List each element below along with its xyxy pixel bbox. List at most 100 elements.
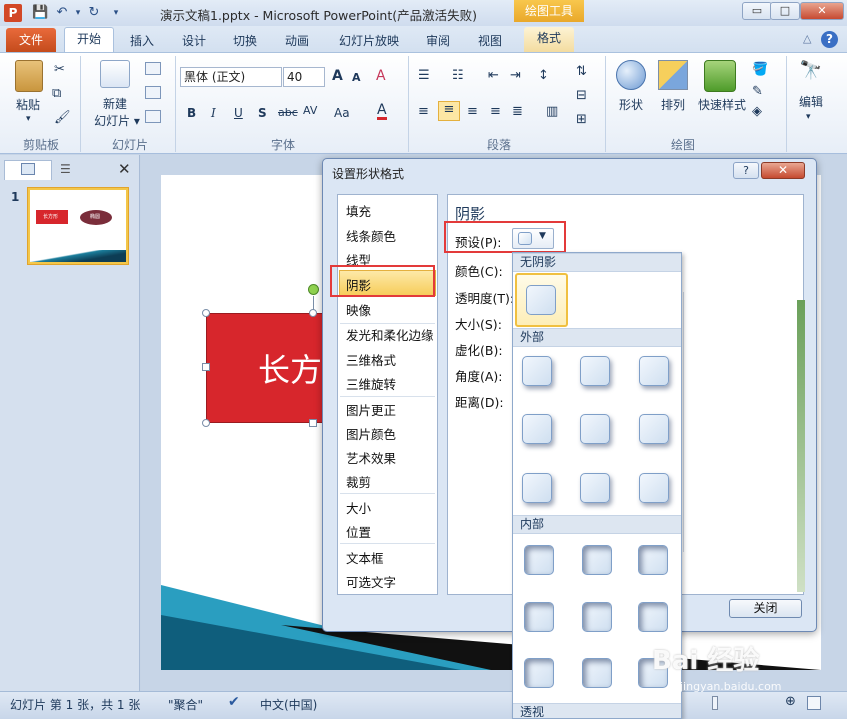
layout-icon[interactable] <box>145 62 161 75</box>
outer-shadow-swatch[interactable] <box>522 473 552 503</box>
arrange-icon[interactable] <box>658 60 688 90</box>
new-slide-dropdown[interactable]: 幻灯片 ▾ <box>88 112 146 129</box>
shrink-font-button[interactable]: A <box>352 71 361 84</box>
shape-fill-icon[interactable]: 🪣 <box>752 62 768 77</box>
columns-icon[interactable]: ▥ <box>546 104 558 119</box>
tab-file[interactable]: 文件 <box>6 28 56 52</box>
maximize-button[interactable]: □ <box>770 2 800 20</box>
change-case-button[interactable]: Aa <box>334 106 350 120</box>
distribute-icon[interactable]: ≣ <box>512 104 523 119</box>
outer-shadow-swatch[interactable] <box>639 473 669 503</box>
help-icon[interactable]: ? <box>821 31 838 48</box>
zoom-in-icon[interactable]: ⊕ <box>785 694 796 709</box>
inner-shadow-swatch[interactable] <box>524 658 554 688</box>
char-spacing-button[interactable]: AV <box>303 104 317 117</box>
increase-indent-icon[interactable]: ⇥ <box>510 68 521 83</box>
resize-handle-ml[interactable] <box>202 363 210 371</box>
outer-shadow-swatch[interactable] <box>522 414 552 444</box>
align-left-icon[interactable]: ≡ <box>418 104 429 119</box>
align-center-icon[interactable]: ≡ <box>438 101 460 121</box>
nav-fill[interactable]: 填充 <box>346 201 371 220</box>
rotation-handle[interactable] <box>308 284 319 295</box>
align-right-icon[interactable]: ≡ <box>467 104 478 119</box>
copy-icon[interactable]: ⧉ <box>52 86 61 101</box>
redo-icon[interactable]: ↻ <box>86 5 102 21</box>
bullets-icon[interactable]: ☰ <box>418 68 430 83</box>
minimize-ribbon-icon[interactable]: △ <box>803 32 811 45</box>
save-icon[interactable]: 💾 <box>32 5 48 21</box>
minimize-button[interactable]: ▭ <box>742 2 772 20</box>
align-text-icon[interactable]: ⊟ <box>576 88 587 103</box>
shapes-button[interactable]: 形状 <box>612 96 650 113</box>
italic-button[interactable]: I <box>211 106 216 120</box>
quick-styles-icon[interactable] <box>704 60 736 92</box>
text-direction-icon[interactable]: ⇅ <box>576 64 587 79</box>
nav-artistic-effects[interactable]: 艺术效果 <box>346 448 396 467</box>
dialog-close-icon[interactable]: ✕ <box>761 162 805 179</box>
nav-3d-format[interactable]: 三维格式 <box>346 350 396 369</box>
section-icon[interactable] <box>145 110 161 123</box>
clear-format-button[interactable]: A <box>376 68 386 84</box>
dialog-help-button[interactable]: ? <box>733 162 759 179</box>
cut-icon[interactable]: ✂ <box>54 62 65 77</box>
inner-shadow-swatch[interactable] <box>582 658 612 688</box>
outline-tab-icon[interactable]: ☰ <box>60 162 71 176</box>
shapes-icon[interactable] <box>616 60 646 90</box>
paste-dropdown-icon[interactable]: ▾ <box>26 114 31 124</box>
paste-icon[interactable] <box>15 60 43 92</box>
quick-styles-button[interactable]: 快速样式 <box>694 96 750 113</box>
resize-handle-tl[interactable] <box>202 309 210 317</box>
dialog-close-button[interactable]: 关闭 <box>729 599 802 618</box>
undo-dropdown-icon[interactable]: ▾ <box>70 5 86 21</box>
tab-animations[interactable]: 动画 <box>277 30 317 52</box>
font-name-combo[interactable]: 黑体 (正文) <box>180 67 282 87</box>
shape-outline-icon[interactable]: ✎ <box>752 84 763 99</box>
tab-slideshow[interactable]: 幻灯片放映 <box>333 30 405 52</box>
tab-transitions[interactable]: 切换 <box>225 30 265 52</box>
tab-format[interactable]: 格式 <box>524 27 574 52</box>
line-spacing-icon[interactable]: ↕ <box>538 68 549 83</box>
resize-handle-bl[interactable] <box>202 419 210 427</box>
shape-effects-icon[interactable]: ◈ <box>752 104 762 119</box>
find-icon[interactable]: 🔭 <box>798 60 824 86</box>
customize-qat-icon[interactable]: ▾ <box>108 5 124 21</box>
font-color-button[interactable]: A <box>377 103 387 120</box>
arrange-button[interactable]: 排列 <box>654 96 692 113</box>
numbering-icon[interactable]: ☷ <box>452 68 464 83</box>
close-panel-icon[interactable]: ✕ <box>118 160 131 178</box>
outer-shadow-swatch[interactable] <box>580 473 610 503</box>
nav-glow-soft-edges[interactable]: 发光和柔化边缘 <box>346 325 434 344</box>
underline-button[interactable]: U <box>234 106 243 120</box>
editing-dropdown-icon[interactable]: ▾ <box>806 112 811 122</box>
tab-design[interactable]: 设计 <box>174 30 214 52</box>
nav-picture-corrections[interactable]: 图片更正 <box>346 400 396 419</box>
outer-shadow-swatch[interactable] <box>580 356 610 386</box>
nav-size[interactable]: 大小 <box>346 498 371 517</box>
bold-button[interactable]: B <box>187 106 196 120</box>
new-slide-icon[interactable] <box>100 60 130 88</box>
nav-position[interactable]: 位置 <box>346 522 371 541</box>
nav-reflection[interactable]: 映像 <box>346 300 371 319</box>
grow-font-button[interactable]: A <box>332 68 343 84</box>
reset-icon[interactable] <box>145 86 161 99</box>
tab-insert[interactable]: 插入 <box>122 30 162 52</box>
close-window-button[interactable]: ✕ <box>800 2 844 20</box>
decrease-indent-icon[interactable]: ⇤ <box>488 68 499 83</box>
slide-thumbnail[interactable]: 长方形 椭圆 <box>28 188 128 264</box>
inner-shadow-swatch[interactable] <box>524 602 554 632</box>
nav-alt-text[interactable]: 可选文字 <box>346 572 396 591</box>
editing-button[interactable]: 编辑 <box>792 93 830 110</box>
paste-button[interactable]: 粘贴 <box>10 96 46 113</box>
nav-picture-color[interactable]: 图片颜色 <box>346 424 396 443</box>
inner-shadow-swatch[interactable] <box>582 545 612 575</box>
fit-to-window-icon[interactable] <box>807 696 821 710</box>
spellcheck-icon[interactable]: ✔ <box>228 694 240 710</box>
tab-review[interactable]: 审阅 <box>418 30 458 52</box>
outer-shadow-swatch[interactable] <box>522 356 552 386</box>
tab-view[interactable]: 视图 <box>470 30 510 52</box>
outer-shadow-swatch[interactable] <box>580 414 610 444</box>
outer-shadow-swatch[interactable] <box>639 356 669 386</box>
inner-shadow-swatch[interactable] <box>638 545 668 575</box>
tab-home[interactable]: 开始 <box>64 27 114 53</box>
text-shadow-button[interactable]: S <box>258 106 267 120</box>
